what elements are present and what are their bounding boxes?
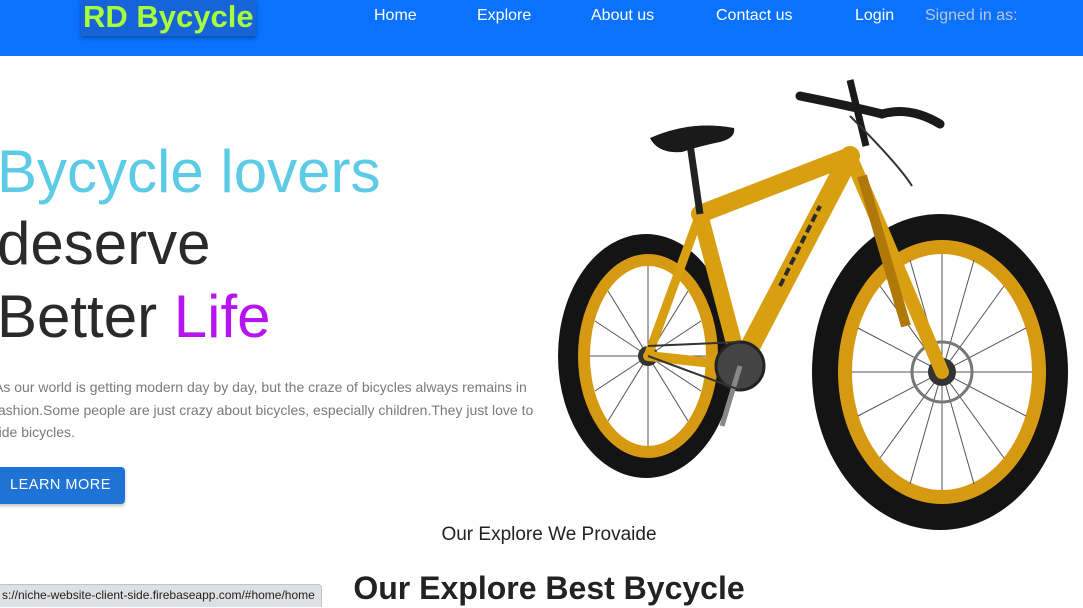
nav-link-explore[interactable]: Explore [477, 6, 531, 26]
learn-more-button[interactable]: LEARN MORE [0, 467, 125, 504]
bicycle-image [558, 79, 1068, 530]
hero-description: As our world is getting modern day by da… [0, 379, 534, 440]
hero-heading-accent: Life [173, 283, 271, 350]
hero-heading-prefix: Better [0, 283, 174, 350]
saddle [650, 125, 735, 153]
hero-heading-line-3: Better Life [0, 284, 271, 350]
signed-in-label: Signed in as: [925, 7, 1018, 24]
hero-heading-line-1: Bycycle lovers [0, 138, 381, 205]
handlebar [795, 91, 945, 129]
brand-logo[interactable]: RD Bycycle [81, 0, 256, 36]
nav-link-login[interactable]: Login [855, 6, 894, 26]
nav-link-home[interactable]: Home [374, 6, 417, 26]
nav-link-about-us[interactable]: About us [591, 6, 654, 26]
top-navbar: RD Bycycle Home Explore About us Contact… [0, 0, 1083, 56]
hero-heading-line-2: deserve [0, 210, 211, 277]
seat-post [686, 143, 704, 215]
browser-status-url: s://niche-website-client-side.firebaseap… [0, 584, 322, 607]
explore-subtitle: Our Explore We Provaide [441, 524, 657, 545]
nav-link-contact-us[interactable]: Contact us [716, 6, 792, 26]
